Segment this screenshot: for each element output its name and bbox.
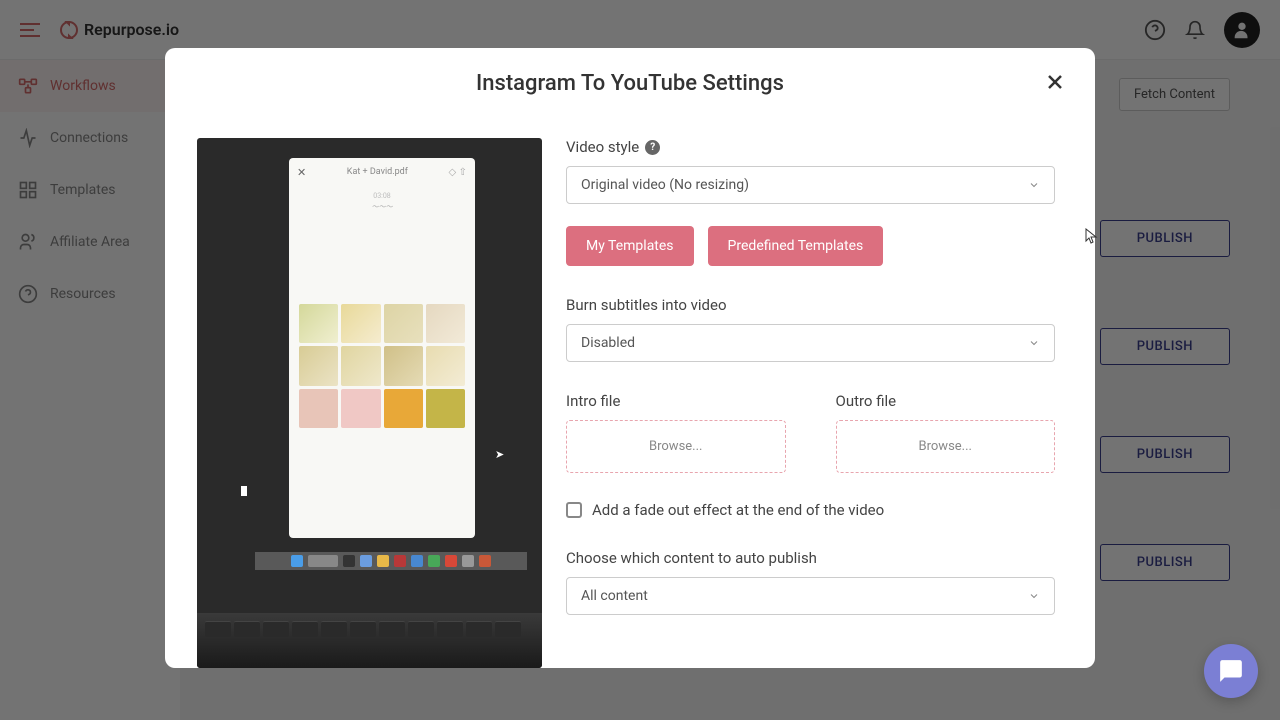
- doc-subtitle: ～～～: [289, 202, 475, 212]
- thumbnail: [341, 346, 380, 385]
- thumbnail: [299, 304, 338, 343]
- intro-file-browse[interactable]: Browse...: [566, 420, 786, 473]
- video-style-select[interactable]: Original video (No resizing): [566, 166, 1055, 204]
- thumbnail: [426, 304, 465, 343]
- intro-file-label: Intro file: [566, 392, 786, 410]
- thumbnail: [384, 389, 423, 428]
- doc-header: ✕ Kat + David.pdf ◇ ⇧: [289, 158, 475, 186]
- preview-document: ✕ Kat + David.pdf ◇ ⇧ 03:08 ～～～: [289, 158, 475, 538]
- video-style-label: Video style ?: [566, 138, 1055, 156]
- fade-out-label: Add a fade out effect at the end of the …: [592, 501, 884, 519]
- thumbnail: [426, 389, 465, 428]
- auto-publish-select[interactable]: All content: [566, 577, 1055, 615]
- auto-publish-section: Choose which content to auto publish All…: [566, 549, 1055, 615]
- close-icon: [1043, 70, 1067, 94]
- burn-subtitles-select[interactable]: Disabled: [566, 324, 1055, 362]
- thumbnail: [299, 389, 338, 428]
- thumbnail: [299, 346, 338, 385]
- select-value: Disabled: [581, 335, 635, 351]
- cursor-icon: ➤: [495, 448, 504, 461]
- preview-keyboard: [197, 613, 542, 668]
- modal-header: Instagram To YouTube Settings: [165, 48, 1095, 118]
- doc-title: Kat + David.pdf: [316, 167, 438, 177]
- chat-icon: [1218, 658, 1244, 684]
- burn-subtitles-label: Burn subtitles into video: [566, 296, 1055, 314]
- thumbnail: [341, 304, 380, 343]
- predefined-templates-button[interactable]: Predefined Templates: [708, 226, 884, 266]
- modal-title: Instagram To YouTube Settings: [476, 71, 784, 96]
- intro-file-col: Intro file Browse...: [566, 392, 786, 473]
- select-value: All content: [581, 588, 648, 604]
- select-value: Original video (No resizing): [581, 177, 749, 193]
- outro-file-col: Outro file Browse...: [836, 392, 1056, 473]
- outro-file-browse[interactable]: Browse...: [836, 420, 1056, 473]
- modal-body: ✕ Kat + David.pdf ◇ ⇧ 03:08 ～～～: [165, 118, 1095, 668]
- settings-modal: Instagram To YouTube Settings ✕ Kat + Da…: [165, 48, 1095, 668]
- video-preview: ✕ Kat + David.pdf ◇ ⇧ 03:08 ～～～: [197, 138, 542, 668]
- outro-file-label: Outro file: [836, 392, 1056, 410]
- preview-indicator: [241, 486, 247, 496]
- help-tooltip-icon[interactable]: ?: [645, 140, 660, 155]
- chevron-down-icon: [1028, 337, 1040, 349]
- fade-out-checkbox[interactable]: [566, 502, 582, 518]
- thumbnail: [341, 389, 380, 428]
- settings-pane[interactable]: Video style ? Original video (No resizin…: [566, 138, 1073, 668]
- chevron-down-icon: [1028, 179, 1040, 191]
- preview-taskbar: [255, 552, 527, 570]
- close-button[interactable]: [1043, 70, 1067, 99]
- chevron-down-icon: [1028, 590, 1040, 602]
- thumbnail-grid: [289, 292, 475, 440]
- thumbnail: [426, 346, 465, 385]
- doc-close-icon: ✕: [297, 166, 306, 179]
- auto-publish-label: Choose which content to auto publish: [566, 549, 1055, 567]
- thumbnail: [384, 304, 423, 343]
- doc-time: 03:08: [289, 192, 475, 200]
- template-buttons: My Templates Predefined Templates: [566, 226, 1055, 266]
- my-templates-button[interactable]: My Templates: [566, 226, 694, 266]
- fade-out-row: Add a fade out effect at the end of the …: [566, 501, 1055, 519]
- doc-actions: ◇ ⇧: [448, 167, 467, 178]
- burn-subtitles-section: Burn subtitles into video Disabled: [566, 296, 1055, 362]
- chat-button[interactable]: [1204, 644, 1258, 698]
- file-upload-row: Intro file Browse... Outro file Browse..…: [566, 392, 1055, 473]
- thumbnail: [384, 346, 423, 385]
